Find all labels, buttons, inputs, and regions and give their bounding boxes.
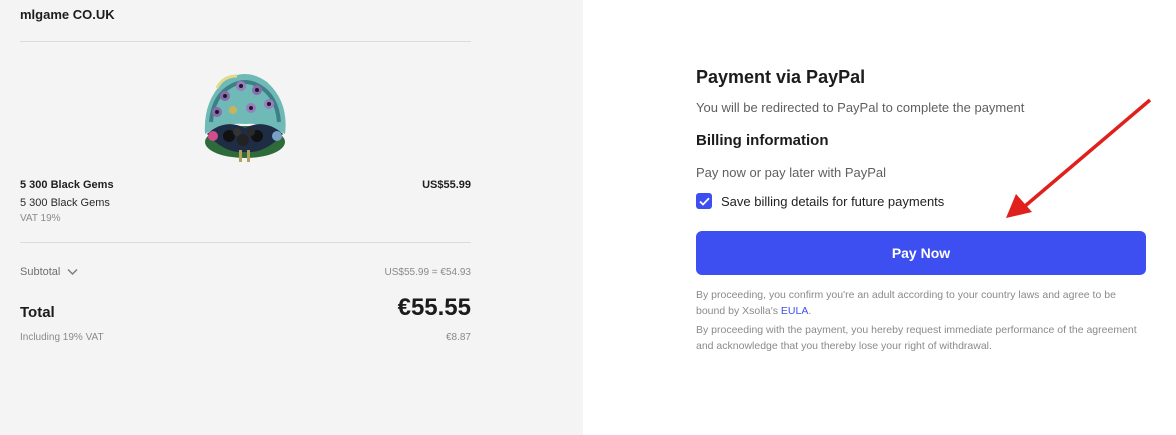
order-summary-panel: mlgame CO.UK 5 300 Black Gems US$55.99 5… bbox=[0, 0, 583, 435]
save-billing-checkbox[interactable] bbox=[696, 193, 712, 209]
merchant-name: mlgame CO.UK bbox=[20, 7, 115, 22]
legal-consent-before: By proceeding, you confirm you're an adu… bbox=[696, 289, 1116, 317]
billing-title: Billing information bbox=[696, 132, 829, 149]
eula-link[interactable]: EULA bbox=[781, 305, 808, 317]
redirect-text: You will be redirected to PayPal to comp… bbox=[696, 100, 1025, 115]
legal-withdrawal-text: By proceeding with the payment, you here… bbox=[696, 324, 1137, 352]
subtotal-value: US$55.99 = €54.93 bbox=[384, 267, 471, 278]
vat-label: Including 19% VAT bbox=[20, 332, 104, 343]
save-billing-checkbox-row[interactable]: Save billing details for future payments bbox=[696, 193, 944, 209]
save-billing-label: Save billing details for future payments bbox=[721, 193, 945, 209]
checkmark-icon bbox=[698, 197, 710, 206]
subtotal-label: Subtotal bbox=[20, 266, 61, 278]
divider bbox=[20, 41, 471, 42]
pay-now-button[interactable]: Pay Now bbox=[696, 231, 1146, 275]
subtotal-toggle[interactable]: Subtotal bbox=[20, 266, 78, 278]
legal-consent-after: . bbox=[808, 305, 812, 317]
item-name: 5 300 Black Gems bbox=[20, 179, 114, 191]
legal-consent-text: By proceeding, you confirm you're an adu… bbox=[696, 287, 1146, 319]
payment-title: Payment via PayPal bbox=[696, 67, 866, 87]
gem-chest-image bbox=[204, 74, 286, 162]
item-price: US$55.99 bbox=[422, 179, 471, 191]
total-label: Total bbox=[20, 304, 55, 321]
vat-value: €8.87 bbox=[445, 332, 471, 343]
item-description: 5 300 Black Gems bbox=[20, 197, 110, 209]
payment-panel: Payment via PayPal You will be redirecte… bbox=[583, 0, 1176, 435]
paypal-later-text: Pay now or pay later with PayPal bbox=[696, 165, 887, 180]
item-vat: VAT 19% bbox=[20, 213, 61, 224]
chevron-down-icon bbox=[67, 269, 78, 275]
divider bbox=[20, 242, 471, 243]
total-value: €55.55 bbox=[397, 294, 471, 321]
